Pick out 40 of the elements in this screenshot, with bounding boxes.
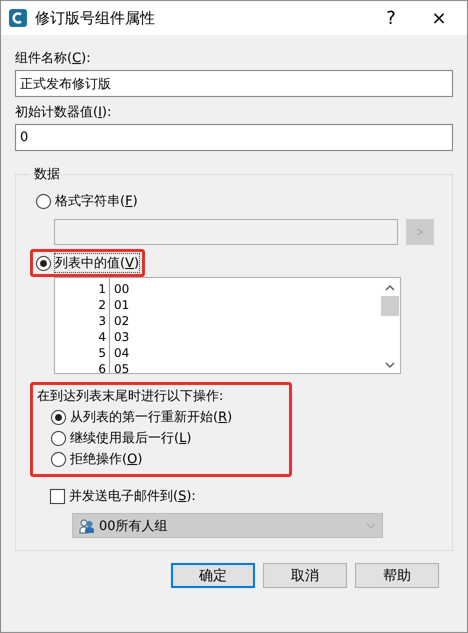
section-label: 在到达列表末尾时进行以下操作: xyxy=(37,388,224,405)
radio-label[interactable]: 列表中的值(V) xyxy=(55,254,140,272)
line-number: 6 xyxy=(98,361,106,373)
line-number: 4 xyxy=(98,329,106,345)
dialog-button[interactable]: 帮助 xyxy=(355,563,439,588)
input-field[interactable]: 0 xyxy=(15,124,453,151)
line-number: 5 xyxy=(98,345,106,361)
line-number: 1 xyxy=(98,281,106,297)
chevron-down-icon xyxy=(366,522,376,528)
radio-button[interactable] xyxy=(36,256,51,270)
list-value[interactable]: 05 xyxy=(114,361,380,373)
line-number: 2 xyxy=(98,297,106,313)
scroll-thumb[interactable] xyxy=(381,296,399,316)
help-button[interactable]: ? xyxy=(371,3,411,33)
scroll-down-icon[interactable] xyxy=(385,361,395,369)
field-label: 初始计数器值(I): xyxy=(15,104,112,121)
radio-label[interactable]: 拒绝操作(O) xyxy=(70,450,142,468)
dialog-button[interactable]: 取消 xyxy=(263,563,347,588)
field-label: 组件名称(C): xyxy=(15,50,92,67)
window-title: 修订版号组件属性 xyxy=(35,8,156,28)
list-box[interactable]: 1 2 3 4 5 6 00 01 02 03 04 05 xyxy=(54,277,401,374)
radio-button[interactable] xyxy=(51,452,66,466)
dropdown-value: 00所有人组 xyxy=(99,518,169,534)
list-value[interactable]: 01 xyxy=(114,297,380,313)
app-logo-icon xyxy=(9,9,27,27)
list-value[interactable]: 03 xyxy=(114,329,380,345)
radio-label[interactable]: 继续使用最后一行(L) xyxy=(70,429,192,447)
list-value[interactable]: 02 xyxy=(114,313,380,329)
user-group-icon xyxy=(79,518,95,534)
list-value[interactable]: 00 xyxy=(114,281,380,297)
dialog-button[interactable]: 确定 xyxy=(171,563,255,588)
group-title: 数据 xyxy=(33,166,61,183)
scroll-up-icon[interactable] xyxy=(385,284,395,292)
line-number: 3 xyxy=(98,313,106,329)
radio-button[interactable] xyxy=(51,430,66,446)
list-value[interactable]: 04 xyxy=(114,345,380,361)
radio-label[interactable]: 从列表的第一行重新开始(R) xyxy=(70,408,232,426)
radio-button[interactable] xyxy=(51,410,66,424)
input-field[interactable]: 正式发布修订版 xyxy=(15,70,453,97)
close-button[interactable]: × xyxy=(419,3,459,33)
